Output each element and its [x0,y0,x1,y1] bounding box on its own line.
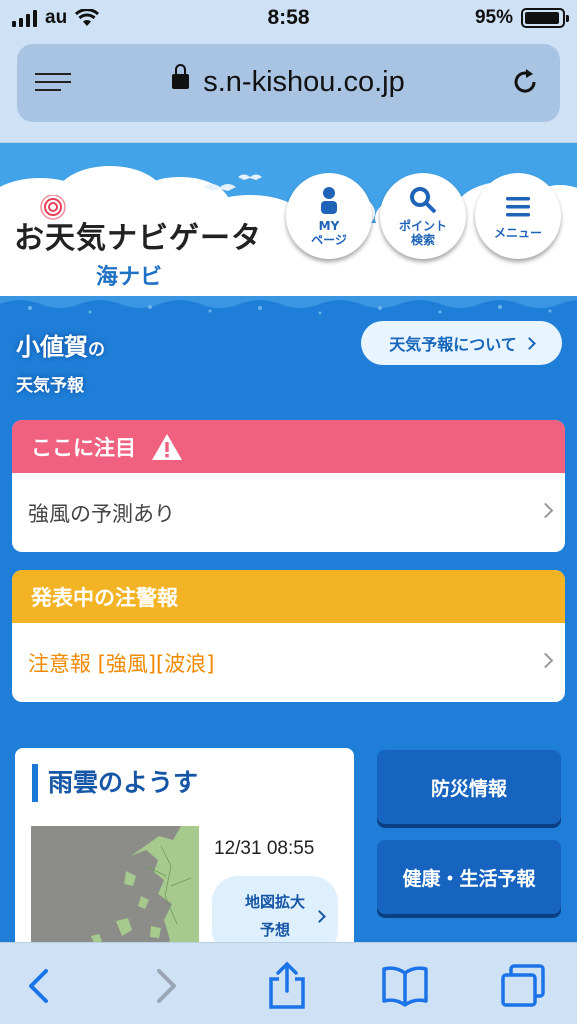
rain-timestamp: 12/31 08:55 [214,838,315,859]
warning-triangle-icon [152,433,182,460]
bookmarks-icon[interactable] [380,961,430,1011]
disaster-info-label: 防災情報 [430,777,507,800]
status-right: 95% [474,7,569,29]
attention-item[interactable]: 強風の予測あり [12,473,565,552]
menu-button[interactable]: メニュー [475,173,561,259]
location-subtitle: 天気予報 [16,376,84,396]
warnings-item[interactable]: 注意報 [強風][波浪] [12,623,565,702]
chevron-right-icon [537,502,554,519]
warnings-title: 発表中の注警報 [31,585,178,610]
attention-card-header: ここに注目 [12,420,565,473]
warnings-card-header: 発表中の注警報 [12,570,565,623]
chevron-right-icon [313,910,326,923]
point-search-label: ポイント 検索 [398,219,447,247]
health-life-forecast-button[interactable]: 健康・生活予報 [377,840,561,914]
lock-icon [172,63,190,89]
back-icon[interactable] [15,961,65,1011]
location-name-text: 小値賀 [16,333,88,361]
browser-address-bar: s.n-kishou.co.jp [0,38,577,143]
site-logo[interactable]: お天気ナビゲータ 海ナビ [14,195,262,291]
disaster-info-button[interactable]: 防災情報 [377,750,561,824]
battery-icon [521,8,569,28]
chevron-right-icon [537,652,554,669]
my-page-label: MY ページ [311,219,347,247]
forward-icon[interactable] [140,961,190,1011]
status-bar: au 8:58 95% [0,0,577,38]
search-icon [410,187,437,214]
location-particle: の [88,340,105,360]
url-text: s.n-kishou.co.jp [203,66,405,98]
about-forecast-button[interactable]: 天気予報について [361,321,562,365]
rain-cloud-panel: 雨雲のようす 12/31 08:55 地図拡大 予想 [15,748,354,958]
reload-icon[interactable] [510,67,540,97]
map-land-illustration [31,826,199,958]
menu-label: メニュー [493,226,542,240]
health-life-label: 健康・生活予報 [402,867,536,890]
tower-icon [40,195,66,220]
location-name: 小値賀の [16,327,105,362]
map-zoom-label: 地図拡大 予想 [244,893,305,939]
attention-item-text: 強風の予測あり [28,501,175,526]
share-icon[interactable] [262,961,312,1011]
warnings-item-text: 注意報 [強風][波浪] [28,651,215,676]
point-search-button[interactable]: ポイント 検索 [380,173,466,259]
attention-card: ここに注目 強風の予測あり [12,420,565,552]
battery-percent: 95% [474,7,513,28]
browser-toolbar [0,942,577,1024]
rain-title: 雨雲のようす [32,764,198,802]
warnings-card: 発表中の注警報 注意報 [強風][波浪] [12,570,565,702]
about-forecast-label: 天気予報について [389,335,517,354]
logo-subtext: 海ナビ [96,265,163,290]
person-icon [321,187,337,214]
url-display[interactable]: s.n-kishou.co.jp [17,63,560,99]
hamburger-icon [506,197,530,217]
chevron-right-icon [522,336,536,350]
tabs-icon[interactable] [498,961,548,1011]
my-page-button[interactable]: MY ページ [286,173,372,259]
url-field[interactable]: s.n-kishou.co.jp [17,44,560,122]
rain-radar-map[interactable] [31,826,199,958]
attention-title: ここに注目 [31,435,136,460]
